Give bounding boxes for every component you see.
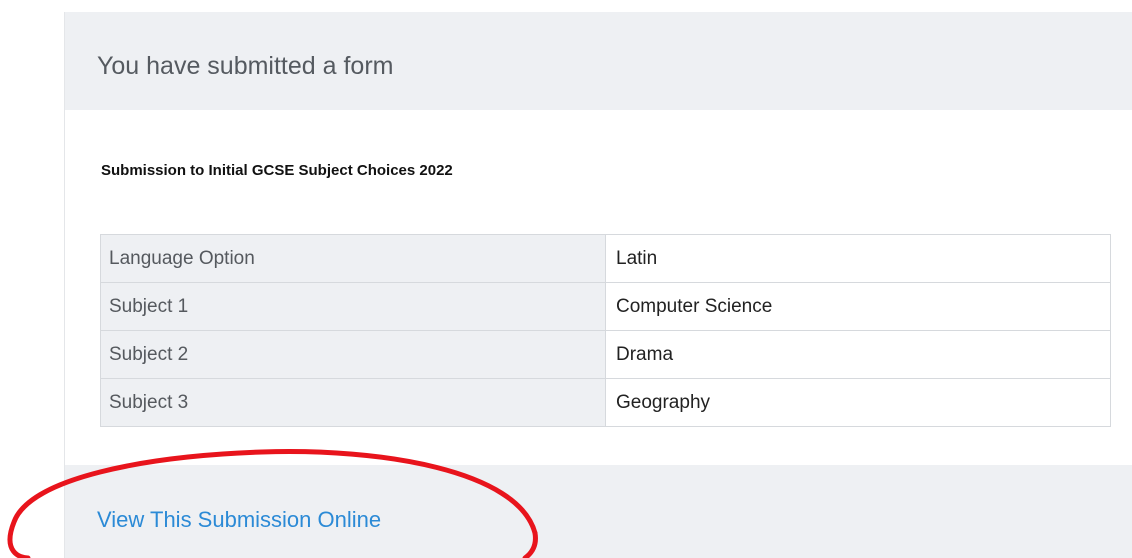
field-value: Latin bbox=[605, 234, 1111, 283]
field-label: Subject 3 bbox=[100, 378, 606, 427]
field-value: Drama bbox=[605, 330, 1111, 379]
page-title: You have submitted a form bbox=[97, 52, 394, 80]
field-value: Geography bbox=[605, 378, 1111, 427]
field-value: Computer Science bbox=[605, 282, 1111, 331]
card-footer: View This Submission Online bbox=[65, 465, 1132, 558]
table-row: Subject 1 Computer Science bbox=[100, 282, 1111, 331]
form-title: Submission to Initial GCSE Subject Choic… bbox=[101, 162, 453, 179]
submission-card: You have submitted a form Submission to … bbox=[64, 12, 1132, 558]
table-row: Language Option Latin bbox=[100, 234, 1111, 283]
field-label: Subject 1 bbox=[100, 282, 606, 331]
field-label: Subject 2 bbox=[100, 330, 606, 379]
view-submission-link[interactable]: View This Submission Online bbox=[97, 507, 381, 533]
table-row: Subject 3 Geography bbox=[100, 378, 1111, 427]
card-header: You have submitted a form bbox=[65, 12, 1132, 110]
submission-table: Language Option Latin Subject 1 Computer… bbox=[100, 234, 1111, 427]
field-label: Language Option bbox=[100, 234, 606, 283]
table-row: Subject 2 Drama bbox=[100, 330, 1111, 379]
